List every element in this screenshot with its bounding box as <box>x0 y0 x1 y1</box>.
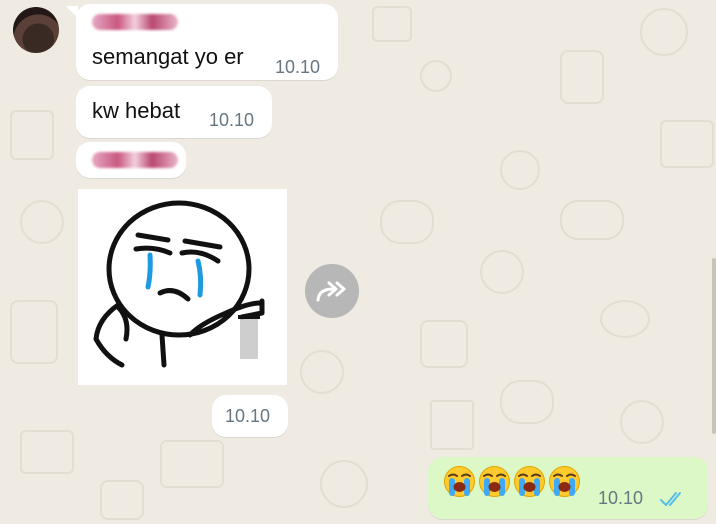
sticker-image <box>93 200 265 368</box>
message-time: 10.10 <box>209 110 255 130</box>
forward-arrows-icon <box>316 281 346 302</box>
redacted-sender-name <box>92 14 178 30</box>
message-time: 10.10 <box>275 57 321 77</box>
loudly-crying-face-emoji <box>479 466 510 497</box>
crying-stickman-sticker[interactable] <box>78 189 287 385</box>
redacted-sender-name <box>92 152 178 168</box>
loudly-crying-face-emoji <box>549 466 580 497</box>
message-text: semangat yo er <box>92 44 244 69</box>
outgoing-message-time: 10.10 <box>598 488 644 508</box>
loudly-crying-face-emoji <box>514 466 545 497</box>
incoming-message-bubble[interactable]: kw hebat 10.10 <box>76 86 272 138</box>
loudly-crying-face-emoji <box>444 466 475 497</box>
double-check-icon <box>660 492 681 506</box>
sender-avatar[interactable] <box>13 7 59 53</box>
incoming-message-bubble[interactable]: semangat yo er 10.10 <box>76 4 338 80</box>
message-time: 10.10 <box>225 406 271 426</box>
incoming-message-bubble[interactable] <box>76 142 186 178</box>
scrollbar[interactable] <box>712 258 716 434</box>
message-text: kw hebat <box>92 98 181 123</box>
sticker-time-bubble: 10.10 <box>212 395 288 437</box>
forward-icon[interactable] <box>305 264 359 318</box>
